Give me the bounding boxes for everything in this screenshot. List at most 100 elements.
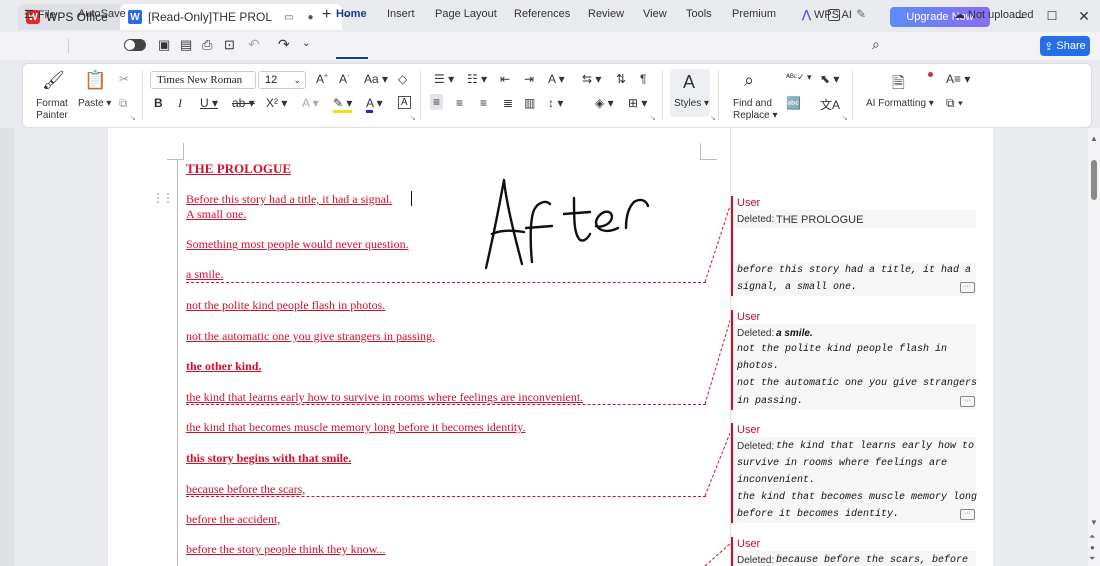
show-marks-icon[interactable]: ¶ bbox=[640, 72, 646, 86]
drag-handle-icon[interactable]: ⋮⋮ bbox=[152, 191, 174, 205]
spell-check-icon[interactable]: ᴬᴮᶜ✓ ▾ bbox=[786, 72, 812, 83]
doc-paragraph[interactable]: before the story people think they know.… bbox=[186, 542, 386, 557]
align-left-icon[interactable]: ≡ bbox=[430, 94, 444, 110]
undo-icon[interactable]: ↶ bbox=[248, 36, 260, 53]
shapes-icon[interactable]: ⧉ ▾ bbox=[946, 96, 963, 111]
shading-icon[interactable]: ◈ ▾ bbox=[595, 96, 614, 110]
doc-paragraph[interactable]: this story begins with that smile. bbox=[186, 451, 351, 466]
comment-balloon-icon[interactable]: ··· bbox=[960, 396, 975, 407]
italic-icon[interactable]: I bbox=[178, 96, 182, 111]
menu-page-layout[interactable]: Page Layout bbox=[435, 8, 497, 20]
print-icon[interactable]: ⎙ bbox=[202, 37, 212, 53]
autosave-toggle[interactable] bbox=[124, 39, 146, 51]
ribbon-expand-icon[interactable]: ↘ bbox=[130, 114, 136, 122]
asian-layout-icon[interactable]: A ▾ bbox=[548, 72, 565, 86]
paragraph-settings-icon[interactable]: A≡ ▾ bbox=[946, 72, 970, 86]
menu-premium[interactable]: Premium bbox=[732, 8, 776, 20]
font-name-select[interactable]: Times New Roman bbox=[150, 71, 256, 89]
select-icon[interactable]: ⬉ ▾ bbox=[820, 72, 839, 86]
handwriting-ink[interactable] bbox=[470, 172, 660, 282]
paste-icon[interactable]: 📋 bbox=[84, 70, 106, 91]
change-case-icon[interactable]: Aa ▾ bbox=[364, 72, 388, 86]
menu-insert[interactable]: Insert bbox=[387, 8, 415, 20]
tab-dot-icon[interactable]: ● bbox=[307, 12, 313, 23]
cut-icon[interactable]: ✂ bbox=[119, 72, 129, 86]
tab-device-icon[interactable]: ▭ bbox=[284, 12, 293, 23]
maximize-icon[interactable]: ☐ bbox=[1040, 6, 1064, 26]
distributed-icon[interactable]: ▥ bbox=[524, 96, 535, 110]
doc-paragraph[interactable]: not the automatic one you give strangers… bbox=[186, 329, 435, 344]
comment-balloon-icon[interactable]: ··· bbox=[960, 509, 975, 520]
search-icon[interactable]: ⌕ bbox=[872, 36, 880, 53]
scrollbar-thumb[interactable] bbox=[1091, 160, 1097, 200]
comment-balloon-icon[interactable]: ··· bbox=[960, 282, 975, 293]
font-color-icon[interactable]: A ▾ bbox=[366, 96, 383, 113]
share-button[interactable]: ⇪ Share bbox=[1040, 36, 1090, 56]
prev-page-icon[interactable]: ⏶ bbox=[1089, 532, 1095, 542]
translate-icon[interactable]: 文A bbox=[820, 96, 840, 113]
bullets-icon[interactable]: ☰ ▾ bbox=[434, 72, 454, 86]
ribbon-expand-icon[interactable]: ↘ bbox=[650, 114, 656, 122]
underline-icon[interactable]: U ▾ bbox=[200, 96, 218, 110]
char-border-icon[interactable]: A bbox=[398, 96, 411, 109]
wps-ai-menu[interactable]: ⋀ WPS AI bbox=[802, 8, 852, 21]
ribbon-expand-icon[interactable]: ↘ bbox=[710, 114, 716, 122]
find-replace-label[interactable]: Find and Replace ▾ bbox=[733, 98, 779, 122]
doc-paragraph[interactable]: A small one. bbox=[186, 207, 246, 222]
export-pdf-icon[interactable]: ▤ bbox=[180, 37, 192, 53]
menu-references[interactable]: References bbox=[514, 8, 570, 20]
numbering-icon[interactable]: ☷ ▾ bbox=[467, 72, 487, 86]
format-painter-icon[interactable]: 🖌 bbox=[42, 70, 65, 91]
increase-indent-icon[interactable]: ⇥ bbox=[524, 72, 534, 86]
doc-paragraph[interactable]: the other kind. bbox=[186, 359, 261, 374]
skin-icon[interactable]: ✎ bbox=[856, 7, 866, 21]
doc-paragraph[interactable]: the kind that becomes muscle memory long… bbox=[186, 420, 525, 435]
tab-document[interactable]: W [Read-Only]THE PROLOGUE ▭ ● bbox=[120, 4, 342, 30]
redo-icon[interactable]: ↷ bbox=[278, 36, 290, 53]
doc-paragraph[interactable]: Before this story had a title, it had a … bbox=[186, 192, 392, 207]
find-replace-icon[interactable]: ⌕ bbox=[744, 70, 754, 91]
format-painter-label[interactable]: Format Painter bbox=[34, 98, 70, 122]
ribbon-expand-icon[interactable]: ↘ bbox=[842, 114, 848, 122]
scroll-up-icon[interactable]: ▲ bbox=[1090, 134, 1098, 143]
text-direction-icon[interactable]: ⇆ ▾ bbox=[582, 72, 601, 86]
highlight-icon[interactable]: ✎ ▾ bbox=[333, 96, 353, 113]
sort-icon[interactable]: ⇅ bbox=[616, 72, 626, 86]
doc-paragraph[interactable]: the kind that learns early how to surviv… bbox=[186, 390, 583, 405]
close-icon[interactable]: ✕ bbox=[1072, 6, 1096, 26]
cloud-status[interactable]: ☁ Not uploaded bbox=[954, 8, 1033, 21]
save-icon[interactable]: ▣ bbox=[158, 37, 170, 53]
font-size-select[interactable]: 12 ⌄ bbox=[258, 71, 306, 89]
scroll-down-icon[interactable]: ▼ bbox=[1090, 518, 1098, 527]
doc-heading[interactable]: THE PROLOGUE bbox=[186, 161, 291, 177]
text-effect-icon[interactable]: A ▾ bbox=[302, 96, 319, 110]
strikethrough-icon[interactable]: ab ▾ bbox=[232, 96, 255, 110]
superscript-icon[interactable]: X² ▾ bbox=[266, 96, 287, 110]
doc-paragraph[interactable]: a smile. bbox=[186, 267, 223, 282]
bold-icon[interactable]: B bbox=[154, 96, 163, 110]
select-browse-icon[interactable]: ● bbox=[1090, 543, 1095, 552]
ai-formatting-label[interactable]: AI Formatting ▾ bbox=[866, 98, 934, 109]
copy-icon[interactable]: ⧉ bbox=[119, 96, 128, 111]
doc-paragraph[interactable]: before the accident, bbox=[186, 512, 280, 527]
align-center-icon[interactable]: ≡ bbox=[456, 96, 463, 110]
menu-review[interactable]: Review bbox=[588, 8, 624, 20]
paste-label[interactable]: Paste ▾ bbox=[78, 98, 111, 109]
menu-view[interactable]: View bbox=[643, 8, 667, 20]
menu-tools[interactable]: Tools bbox=[686, 8, 712, 20]
menu-home[interactable]: Home bbox=[336, 8, 367, 20]
ribbon-expand-icon[interactable]: ↘ bbox=[410, 114, 416, 122]
doc-paragraph[interactable]: Something most people would never questi… bbox=[186, 237, 409, 252]
ai-formatting-icon[interactable]: 🗎 bbox=[892, 72, 905, 99]
doc-paragraph[interactable]: because before the scars, bbox=[186, 482, 305, 497]
quick-access-chevron-icon[interactable]: ⌄ bbox=[302, 38, 310, 49]
word-count-icon[interactable]: 🔤 bbox=[786, 96, 801, 110]
next-page-icon[interactable]: ⏷ bbox=[1089, 554, 1095, 564]
grow-font-icon[interactable]: A+ bbox=[316, 72, 328, 86]
align-right-icon[interactable]: ≡ bbox=[480, 96, 487, 110]
doc-paragraph[interactable]: not the polite kind people flash in phot… bbox=[186, 298, 385, 313]
file-menu[interactable]: ☰ File bbox=[24, 8, 56, 21]
shrink-font-icon[interactable]: A- bbox=[339, 72, 349, 86]
clear-format-icon[interactable]: ◇ bbox=[398, 72, 407, 86]
decrease-indent-icon[interactable]: ⇤ bbox=[500, 72, 510, 86]
